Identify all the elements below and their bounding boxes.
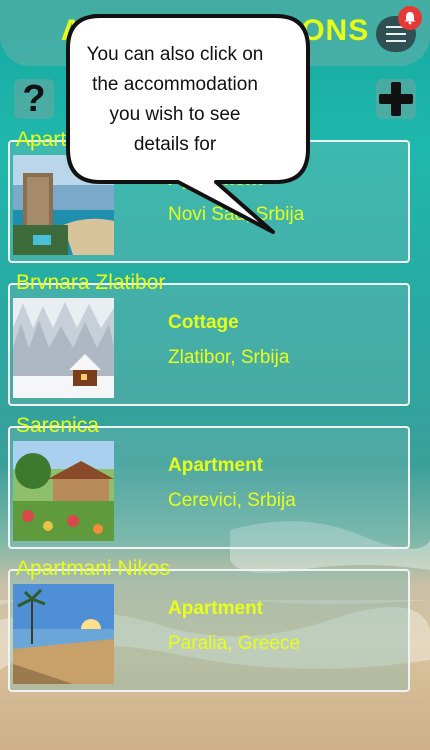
accommodation-name: Sarenica	[16, 414, 103, 438]
accommodation-type: Cottage	[168, 312, 239, 333]
accommodation-photo-garden-house	[13, 441, 114, 541]
add-accommodation-button[interactable]	[376, 79, 416, 119]
plus-icon	[379, 82, 413, 116]
accommodation-name: Apartmani Nikos	[16, 557, 175, 581]
accommodation-photo-snowy-cabin	[13, 298, 114, 398]
accommodation-photo-sunset-beach	[13, 584, 114, 684]
accommodation-name: Brvnara Zlatibor	[16, 271, 170, 295]
accommodation-type: Apartment	[168, 455, 264, 476]
accommodation-location: Zlatibor, Srbija	[168, 347, 290, 368]
accommodation-type: Apartment	[168, 598, 264, 619]
accommodation-card[interactable]: Apartmani Nikos Apartment Paralia, Greec…	[8, 557, 410, 692]
accommodation-location: Paralia, Greece	[168, 633, 301, 654]
accommodation-card[interactable]: Brvnara Zlatibor Cottage Zlatibor, Srbij…	[8, 271, 410, 406]
hamburger-menu-icon-bar	[386, 33, 406, 35]
notification-bell-button[interactable]	[398, 6, 422, 30]
accommodation-location: Cerevici, Srbija	[168, 490, 296, 511]
accommodation-card[interactable]: Sarenica Apartment Cerevici, Srbija	[8, 414, 410, 549]
hamburger-menu-icon-bar	[386, 40, 406, 42]
help-button[interactable]: ?	[14, 79, 54, 119]
question-mark-icon: ?	[22, 78, 46, 120]
tooltip-text: You can also click on the accommodation …	[86, 44, 264, 155]
bell-icon	[404, 12, 416, 25]
